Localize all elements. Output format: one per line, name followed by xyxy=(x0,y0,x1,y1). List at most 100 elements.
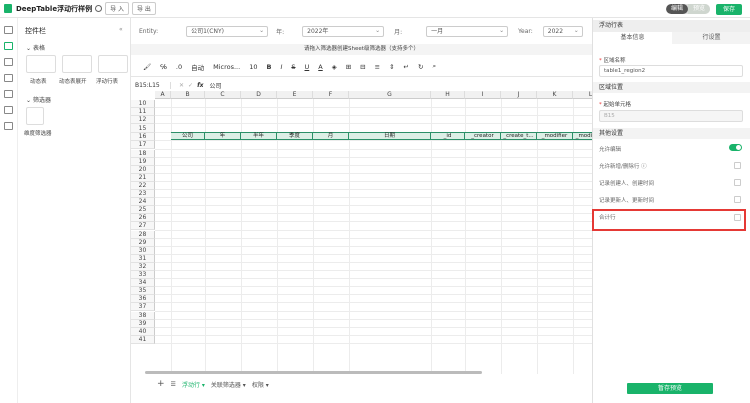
row-header[interactable]: 34 xyxy=(131,279,155,288)
record-creator-checkbox[interactable] xyxy=(734,179,741,186)
column-header[interactable]: E xyxy=(277,91,313,99)
row-header[interactable]: 20 xyxy=(131,165,155,174)
add-sheet-button[interactable]: + xyxy=(157,379,165,389)
rail-table-icon[interactable] xyxy=(4,58,13,66)
rotate-icon[interactable]: ↻ xyxy=(418,63,423,71)
rail-widgets-icon[interactable] xyxy=(4,42,13,50)
header-cell[interactable]: 半年 xyxy=(241,132,277,140)
row-header[interactable]: 22 xyxy=(131,181,155,190)
header-cell[interactable]: 季度 xyxy=(277,132,313,140)
preview-button[interactable]: 暂存预览 xyxy=(627,383,713,394)
sheet-tab-float-row[interactable]: 浮动行 ▾ xyxy=(182,380,205,389)
italic-icon[interactable]: I xyxy=(280,63,282,71)
function-icon[interactable]: fx xyxy=(197,82,203,89)
valign-icon[interactable]: ⇕ xyxy=(389,63,394,71)
row-header[interactable]: 18 xyxy=(131,149,155,158)
spreadsheet[interactable]: ABCDEFGHIJKL 10 11 12 15 16 17 18 19 20 21 22 23 24 2… xyxy=(131,91,592,374)
allow-add-delete-checkbox[interactable] xyxy=(734,162,741,169)
confirm-icon[interactable]: ✓ xyxy=(188,82,193,89)
column-header[interactable]: H xyxy=(431,91,465,99)
row-header[interactable]: 29 xyxy=(131,238,155,247)
header-cell[interactable]: _create_t... xyxy=(501,132,537,140)
widget-float-row-table[interactable] xyxy=(98,55,128,73)
row-header[interactable]: 30 xyxy=(131,246,155,255)
rail-data-icon[interactable] xyxy=(4,106,13,114)
collapse-icon[interactable]: « xyxy=(119,26,123,33)
region-name-input[interactable]: table1_region2 xyxy=(599,65,743,77)
rail-settings-icon[interactable] xyxy=(4,90,13,98)
export-button[interactable]: 导 出 xyxy=(132,2,156,15)
filter-select-year[interactable]: 2022年 xyxy=(302,25,385,37)
row-header[interactable]: 16 xyxy=(131,133,155,142)
row-header[interactable]: 12 xyxy=(131,116,155,125)
column-header[interactable]: F xyxy=(313,91,349,99)
rail-page-icon[interactable] xyxy=(4,26,13,34)
widget-dynamic-table-expand[interactable] xyxy=(62,55,92,73)
sheet-list-button[interactable]: ☰ xyxy=(171,381,176,388)
widget-dynamic-table[interactable] xyxy=(26,55,56,73)
header-cell[interactable]: _modifier xyxy=(537,132,573,140)
header-cell[interactable]: 公司 xyxy=(171,132,205,140)
column-header[interactable]: J xyxy=(501,91,537,99)
border-icon[interactable]: ⊞ xyxy=(346,63,351,71)
row-header[interactable]: 39 xyxy=(131,319,155,328)
row-header[interactable]: 19 xyxy=(131,157,155,166)
row-header[interactable]: 36 xyxy=(131,295,155,304)
formula-input[interactable]: 公司 xyxy=(210,81,222,90)
row-header[interactable]: 11 xyxy=(131,108,155,117)
header-cell[interactable]: 日期 xyxy=(349,132,431,140)
row-header[interactable]: 37 xyxy=(131,303,155,312)
mode-toggle[interactable]: 编辑 预览 xyxy=(666,4,710,14)
row-header[interactable]: 38 xyxy=(131,311,155,320)
row-header[interactable]: 10 xyxy=(131,100,155,109)
column-header[interactable]: K xyxy=(537,91,573,99)
filter-select-year-en[interactable]: 2022 xyxy=(542,25,583,37)
mode-edit-option[interactable]: 编辑 xyxy=(666,4,688,14)
header-cell[interactable]: _creator xyxy=(465,132,501,140)
row-header[interactable]: 23 xyxy=(131,190,155,199)
column-header[interactable]: B xyxy=(171,91,205,99)
align-icon[interactable]: ≡ xyxy=(375,63,380,71)
import-button[interactable]: 导 入 xyxy=(105,2,129,15)
row-header[interactable]: 32 xyxy=(131,262,155,271)
column-header[interactable]: C xyxy=(205,91,241,99)
font-select[interactable]: Micros... xyxy=(213,63,240,71)
row-header[interactable]: 31 xyxy=(131,254,155,263)
rail-filter-icon[interactable] xyxy=(4,74,13,82)
column-header[interactable]: A xyxy=(155,91,171,99)
sheet-tab-linked-filter[interactable]: 关联筛选器 ▾ xyxy=(211,380,246,389)
record-modifier-checkbox[interactable] xyxy=(734,196,741,203)
row-header[interactable]: 25 xyxy=(131,206,155,215)
row-header[interactable]: 27 xyxy=(131,222,155,231)
column-header[interactable]: L xyxy=(573,91,592,99)
widget-dimension-filter[interactable] xyxy=(26,107,44,125)
column-header[interactable]: D xyxy=(241,91,277,99)
fill-color-icon[interactable]: ◈ xyxy=(332,63,337,71)
header-cell[interactable]: _modify_... xyxy=(573,132,592,140)
number-format-select[interactable]: 自动 xyxy=(191,62,204,72)
header-cell[interactable]: 年 xyxy=(205,132,241,140)
row-header[interactable]: 40 xyxy=(131,327,155,336)
header-cell[interactable]: 月 xyxy=(313,132,349,140)
strike-icon[interactable]: S xyxy=(291,63,295,71)
row-header[interactable]: 17 xyxy=(131,141,155,150)
tab-row-settings[interactable]: 行设置 xyxy=(672,32,750,44)
rail-tree-icon[interactable] xyxy=(4,122,13,130)
decimal-format-icon[interactable]: .0 xyxy=(176,63,182,71)
font-color-icon[interactable]: A xyxy=(318,63,322,71)
allow-edit-switch[interactable] xyxy=(729,144,742,151)
filter-select-month[interactable]: 一月 xyxy=(426,25,509,37)
gear-icon[interactable] xyxy=(95,5,103,12)
row-header[interactable]: 33 xyxy=(131,271,155,280)
column-header[interactable]: I xyxy=(465,91,501,99)
row-header[interactable]: 41 xyxy=(131,335,155,344)
filter-select-entity[interactable]: 公司1(CNY) xyxy=(186,25,269,37)
percent-format-icon[interactable]: ℅ xyxy=(160,63,167,71)
bold-icon[interactable]: B xyxy=(266,63,271,71)
row-header[interactable]: 28 xyxy=(131,230,155,239)
column-header[interactable]: G xyxy=(349,91,431,99)
font-size-select[interactable]: 10 xyxy=(249,63,257,71)
cell-ref[interactable]: B15:L15 xyxy=(131,81,171,89)
format-painter-icon[interactable]: 🖌 xyxy=(143,63,151,71)
row-header[interactable]: 21 xyxy=(131,173,155,182)
